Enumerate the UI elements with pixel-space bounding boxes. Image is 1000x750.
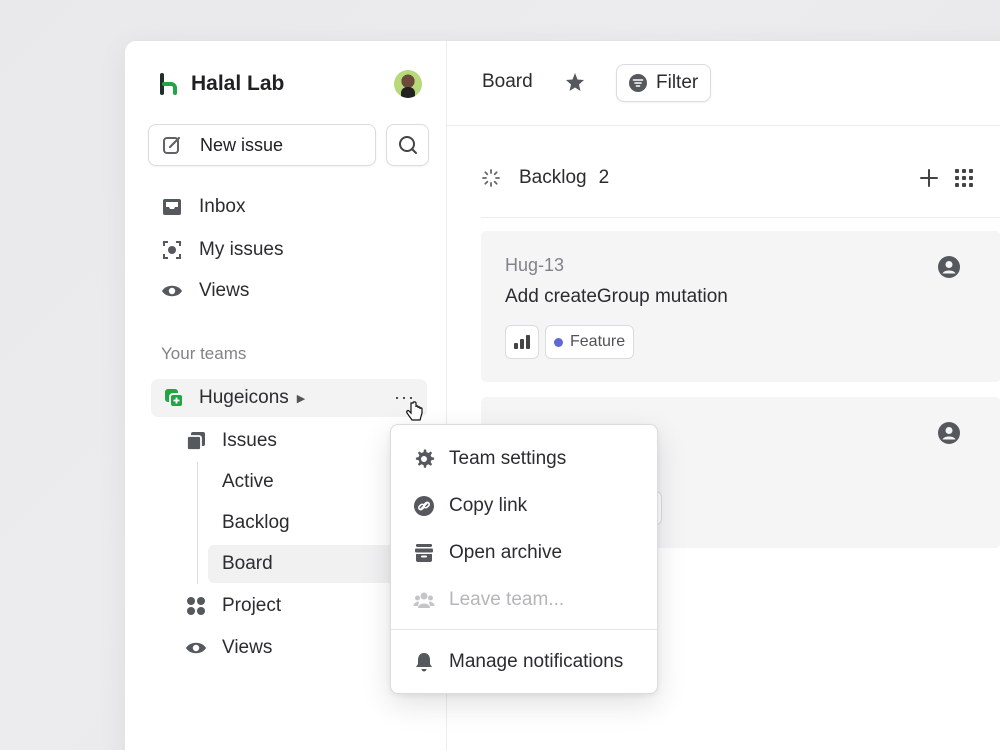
- team-item-label: Issues: [222, 430, 277, 451]
- workspace-switcher[interactable]: Halal Lab: [159, 69, 284, 99]
- assignee-avatar-icon[interactable]: [937, 255, 961, 279]
- my-issues-icon: [163, 241, 181, 259]
- label-chip[interactable]: Feature: [545, 325, 635, 359]
- menu-item-manage-notifications[interactable]: Manage notifications: [413, 647, 623, 677]
- gear-icon: [415, 449, 435, 468]
- team-item-label: Board: [222, 553, 273, 574]
- menu-item-label: Manage notifications: [449, 651, 624, 672]
- sidebar-item-label: My issues: [199, 239, 284, 260]
- issue-card[interactable]: Hug-13 Add createGroup mutation Feature: [481, 231, 1000, 382]
- sidebar-item-label: Inbox: [199, 196, 246, 217]
- team-name: Hugeicons: [199, 387, 289, 408]
- grid-menu-icon[interactable]: [953, 167, 975, 189]
- filter-icon: [629, 74, 647, 92]
- group-count: 2: [598, 167, 610, 188]
- issues-icon: [186, 432, 205, 451]
- users-icon: [413, 592, 435, 608]
- caret-right-icon[interactable]: ▶: [297, 392, 305, 405]
- favorite-star-icon[interactable]: [564, 71, 586, 93]
- eye-icon: [186, 642, 206, 654]
- sidebar-item-my-issues[interactable]: My issues: [161, 235, 283, 265]
- menu-item-copy-link[interactable]: Copy link: [413, 491, 527, 521]
- filter-button[interactable]: Filter: [616, 64, 712, 102]
- sidebar-item-views[interactable]: Views: [161, 276, 249, 306]
- group-name: Backlog: [519, 167, 587, 188]
- team-context-menu: Team settings Copy link Open archive Lea…: [390, 424, 658, 694]
- menu-item-open-archive[interactable]: Open archive: [413, 538, 562, 568]
- issue-title: Add createGroup mutation: [505, 286, 728, 307]
- menu-item-label: Team settings: [449, 448, 567, 469]
- menu-divider: [391, 629, 657, 630]
- team-item-issues[interactable]: Issues: [185, 426, 277, 456]
- avatar[interactable]: [394, 70, 422, 98]
- menu-item-leave-team[interactable]: Leave team...: [413, 585, 564, 615]
- label-color-dot: [554, 337, 563, 347]
- menu-item-label: Leave team...: [449, 589, 565, 610]
- bell-icon: [416, 653, 432, 672]
- team-hugeicons[interactable]: Hugeicons ▶ ···: [151, 379, 427, 417]
- priority-button[interactable]: [505, 325, 539, 359]
- assignee-avatar-icon[interactable]: [937, 421, 961, 445]
- team-item-label: Views: [222, 637, 273, 658]
- sidebar-item-label: Views: [199, 280, 250, 301]
- team-item-project[interactable]: Project: [185, 591, 281, 621]
- board-header: Board Filter: [447, 41, 1000, 126]
- brand-logo-icon: [160, 73, 177, 95]
- workspace-name: Halal Lab: [191, 72, 285, 95]
- group-divider: [481, 217, 1000, 218]
- archive-icon: [415, 544, 433, 562]
- team-item-backlog[interactable]: Backlog: [222, 508, 290, 538]
- team-item-label: Project: [222, 595, 282, 616]
- page-title: Board: [482, 71, 533, 92]
- new-issue-label: New issue: [200, 134, 284, 155]
- search-icon: [398, 136, 417, 154]
- team-item-board[interactable]: Board: [222, 549, 273, 579]
- group-header-backlog[interactable]: Backlog 2: [481, 163, 609, 193]
- filter-label: Filter: [656, 72, 699, 93]
- search-button[interactable]: [386, 124, 429, 166]
- teams-section-label: Your teams: [161, 344, 247, 363]
- project-icon: [187, 597, 205, 615]
- compose-icon: [163, 136, 181, 154]
- label-text: Feature: [570, 333, 626, 350]
- priority-bars-icon: [514, 335, 530, 349]
- team-item-views[interactable]: Views: [185, 633, 272, 663]
- link-icon: [414, 496, 434, 516]
- new-issue-button[interactable]: New issue: [148, 124, 376, 166]
- menu-item-team-settings[interactable]: Team settings: [413, 444, 566, 474]
- eye-icon: [162, 285, 182, 297]
- issue-id: Hug-13: [505, 255, 565, 275]
- inbox-icon: [163, 199, 181, 215]
- menu-item-label: Copy link: [449, 495, 528, 516]
- hand-cursor-icon: [406, 401, 423, 421]
- add-issue-button[interactable]: [917, 166, 941, 190]
- backlog-status-icon: [482, 169, 500, 187]
- team-icon: [165, 389, 184, 408]
- tree-guide-line: [197, 462, 198, 584]
- team-item-active[interactable]: Active: [222, 467, 274, 497]
- menu-item-label: Open archive: [449, 542, 563, 563]
- sidebar-item-inbox[interactable]: Inbox: [161, 192, 245, 222]
- team-item-label: Backlog: [222, 512, 290, 533]
- team-item-label: Active: [222, 471, 274, 492]
